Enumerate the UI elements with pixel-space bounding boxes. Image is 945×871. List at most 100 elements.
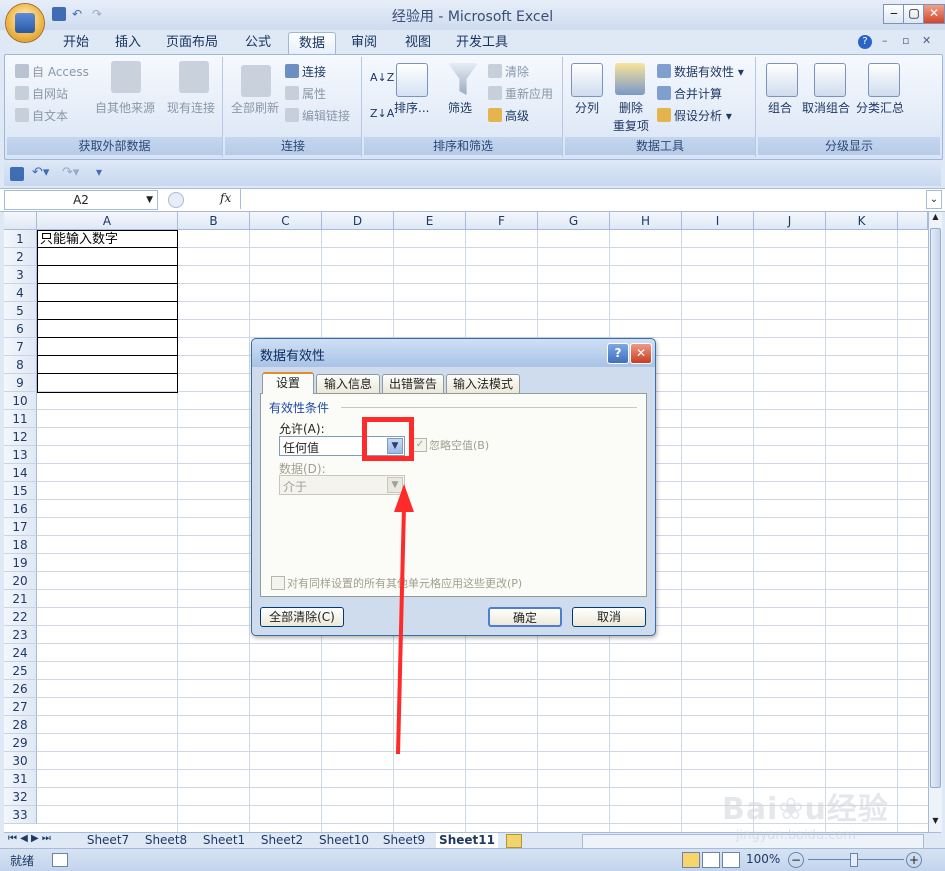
- row-header[interactable]: 21: [4, 590, 37, 608]
- row-header[interactable]: 6: [4, 320, 37, 338]
- clear-all-button[interactable]: 全部清除(C): [260, 607, 344, 627]
- tab-data[interactable]: 数据: [288, 32, 336, 55]
- view-page-layout-icon[interactable]: [702, 852, 720, 868]
- tab-formulas[interactable]: 公式: [238, 32, 278, 54]
- remove-duplicates-button-l1[interactable]: 删除: [619, 99, 643, 116]
- view-normal-icon[interactable]: [682, 852, 700, 868]
- scroll-thumb[interactable]: [930, 228, 941, 788]
- column-header-a[interactable]: A: [37, 212, 178, 230]
- row-header[interactable]: 14: [4, 464, 37, 482]
- row-header[interactable]: 30: [4, 752, 37, 770]
- row-header[interactable]: 1: [4, 230, 37, 248]
- save-icon[interactable]: [10, 167, 24, 181]
- zoom-level[interactable]: 100%: [746, 852, 780, 866]
- column-header-h[interactable]: H: [610, 212, 682, 230]
- tab-developer[interactable]: 开发工具: [450, 32, 514, 54]
- zoom-out-icon[interactable]: −: [788, 852, 804, 868]
- ribbon-close-icon[interactable]: ✕: [922, 34, 931, 47]
- row-header[interactable]: 19: [4, 554, 37, 572]
- row-header[interactable]: 32: [4, 788, 37, 806]
- row-header[interactable]: 5: [4, 302, 37, 320]
- sort-asc-icon[interactable]: A↓Z: [370, 71, 394, 84]
- row-header[interactable]: 27: [4, 698, 37, 716]
- row-header[interactable]: 25: [4, 662, 37, 680]
- tab-home[interactable]: 开始: [56, 32, 96, 54]
- sheet-nav-icons[interactable]: ⏮ ◀ ▶ ⏭: [8, 833, 51, 844]
- dialog-help-button[interactable]: ?: [607, 343, 629, 364]
- row-header[interactable]: 4: [4, 284, 37, 302]
- customize-qat-icon[interactable]: ▾: [96, 165, 102, 179]
- ribbon-restore-icon[interactable]: ▫: [902, 34, 909, 47]
- row-header[interactable]: 29: [4, 734, 37, 752]
- tab-page-layout[interactable]: 页面布局: [162, 32, 222, 54]
- other-sources-button[interactable]: 自其他来源: [95, 99, 155, 116]
- column-header-k[interactable]: K: [826, 212, 898, 230]
- row-header[interactable]: 16: [4, 500, 37, 518]
- subtotal-button[interactable]: 分类汇总: [856, 99, 904, 116]
- minimize-button[interactable]: ‒: [883, 4, 905, 24]
- advanced-button[interactable]: 高级: [488, 107, 529, 124]
- row-header[interactable]: 26: [4, 680, 37, 698]
- row-header[interactable]: 18: [4, 536, 37, 554]
- row-header[interactable]: 2: [4, 248, 37, 266]
- apply-all-checkbox[interactable]: [271, 576, 285, 590]
- tab-view[interactable]: 视图: [398, 32, 438, 54]
- tab-insert[interactable]: 插入: [108, 32, 148, 54]
- sheet-tab-active[interactable]: Sheet11: [436, 833, 498, 848]
- sheet-tab[interactable]: Sheet10: [314, 833, 374, 848]
- row-header[interactable]: 8: [4, 356, 37, 374]
- ungroup-button[interactable]: 取消组合: [802, 99, 850, 116]
- dialog-close-button[interactable]: ✕: [630, 343, 652, 364]
- from-access-button[interactable]: 自 Access: [15, 63, 89, 80]
- select-all-corner[interactable]: [4, 212, 37, 230]
- row-header[interactable]: 15: [4, 482, 37, 500]
- undo-icon[interactable]: ↶▾: [32, 165, 49, 180]
- row-header[interactable]: 9: [4, 374, 37, 392]
- row-header[interactable]: 33: [4, 806, 37, 824]
- edit-links-button[interactable]: 编辑链接: [285, 107, 350, 124]
- sheet-tab[interactable]: Sheet9: [378, 833, 430, 848]
- tab-ime-mode[interactable]: 输入法模式: [446, 374, 520, 393]
- sort-button[interactable]: 排序...: [394, 99, 429, 116]
- zoom-in-icon[interactable]: +: [906, 852, 922, 868]
- qat-undo-icon[interactable]: ↶: [72, 7, 82, 21]
- column-header-g[interactable]: G: [538, 212, 610, 230]
- row-header[interactable]: 17: [4, 518, 37, 536]
- properties-button[interactable]: 属性: [285, 85, 326, 102]
- insert-function-icon[interactable]: fx: [220, 191, 231, 205]
- column-header-c[interactable]: C: [250, 212, 322, 230]
- refresh-all-button[interactable]: 全部刷新: [231, 99, 279, 116]
- sheet-tab[interactable]: Sheet7: [82, 833, 134, 848]
- cancel-button[interactable]: 取消: [572, 607, 646, 627]
- data-validation-button[interactable]: 数据有效性 ▾: [657, 63, 744, 80]
- row-header[interactable]: 24: [4, 644, 37, 662]
- help-icon[interactable]: ?: [858, 35, 872, 49]
- ignore-blank-checkbox[interactable]: ✓: [413, 438, 427, 452]
- ok-button[interactable]: 确定: [488, 607, 562, 627]
- expand-formula-icon[interactable]: ⌄: [926, 190, 942, 209]
- row-header[interactable]: 7: [4, 338, 37, 356]
- reapply-button[interactable]: 重新应用: [488, 85, 553, 102]
- column-header-b[interactable]: B: [178, 212, 250, 230]
- insert-sheet-icon[interactable]: [506, 834, 522, 848]
- row-header[interactable]: 31: [4, 770, 37, 788]
- name-box[interactable]: A2 ▼: [4, 190, 158, 210]
- column-header-i[interactable]: I: [682, 212, 754, 230]
- row-header[interactable]: 3: [4, 266, 37, 284]
- redo-icon[interactable]: ↷▾: [62, 165, 79, 180]
- clear-button[interactable]: 清除: [488, 63, 529, 80]
- tab-input-message[interactable]: 输入信息: [316, 374, 380, 393]
- sheet-tab[interactable]: Sheet8: [140, 833, 192, 848]
- column-header-d[interactable]: D: [322, 212, 394, 230]
- row-header[interactable]: 11: [4, 410, 37, 428]
- text-to-columns-button[interactable]: 分列: [575, 99, 599, 116]
- from-web-button[interactable]: 自网站: [15, 85, 68, 102]
- sheet-tab[interactable]: Sheet2: [256, 833, 308, 848]
- remove-duplicates-button-l2[interactable]: 重复项: [613, 117, 649, 134]
- qat-save-icon[interactable]: [52, 7, 66, 21]
- group-button[interactable]: 组合: [768, 99, 792, 116]
- sheet-tab[interactable]: Sheet1: [198, 833, 250, 848]
- row-header[interactable]: 23: [4, 626, 37, 644]
- connections-button[interactable]: 连接: [285, 63, 326, 80]
- row-header[interactable]: 12: [4, 428, 37, 446]
